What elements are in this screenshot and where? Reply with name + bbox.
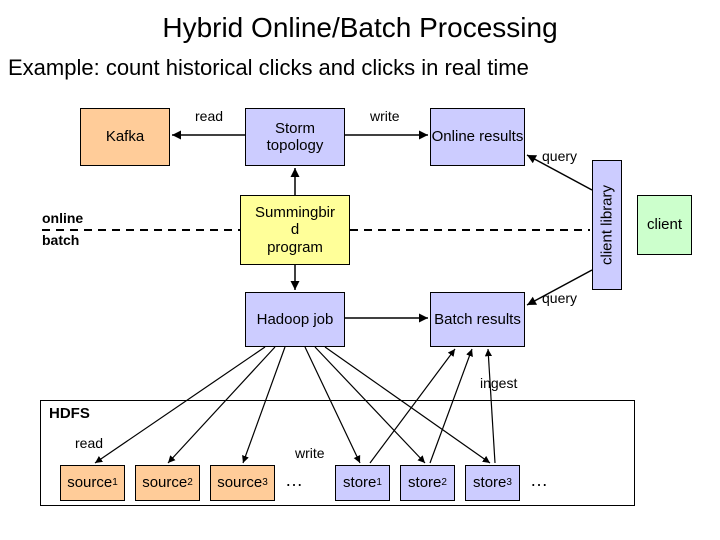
label-read-bottom: read <box>75 435 103 451</box>
page-title: Hybrid Online/Batch Processing <box>0 12 720 44</box>
store1-label: store <box>343 474 376 491</box>
source1-sub: 1 <box>112 477 118 489</box>
label-query-2: query <box>542 290 577 306</box>
box-summingbird: Summingbir d program <box>240 195 350 265</box>
box-store-1: store1 <box>335 465 390 501</box>
box-client: client <box>637 195 692 255</box>
store2-label: store <box>408 474 441 491</box>
source3-sub: 3 <box>262 477 268 489</box>
box-source-1: source1 <box>60 465 125 501</box>
label-write-top: write <box>370 108 400 124</box>
store2-sub: 2 <box>441 477 447 489</box>
label-query-1: query <box>542 148 577 164</box>
box-client-library: client library <box>592 160 622 290</box>
label-online: online <box>42 210 83 226</box>
label-dots-2: … <box>530 470 548 491</box>
source1-label: source <box>67 474 112 491</box>
box-hadoop: Hadoop job <box>245 292 345 347</box>
box-storm: Storm topology <box>245 108 345 166</box>
store3-label: store <box>473 474 506 491</box>
label-batch: batch <box>42 232 79 248</box>
box-source-2: source2 <box>135 465 200 501</box>
store3-sub: 3 <box>506 477 512 489</box>
box-source-3: source3 <box>210 465 275 501</box>
box-batch-results: Batch results <box>430 292 525 347</box>
label-dots-1: … <box>285 470 303 491</box>
source2-label: source <box>142 474 187 491</box>
source2-sub: 2 <box>187 477 193 489</box>
hdfs-label: HDFS <box>49 405 90 422</box>
box-store-2: store2 <box>400 465 455 501</box>
label-ingest: ingest <box>480 375 517 391</box>
box-kafka: Kafka <box>80 108 170 166</box>
source3-label: source <box>217 474 262 491</box>
store1-sub: 1 <box>376 477 382 489</box>
box-store-3: store3 <box>465 465 520 501</box>
label-write-bottom: write <box>295 445 325 461</box>
box-online-results: Online results <box>430 108 525 166</box>
label-read-top: read <box>195 108 223 124</box>
subtitle: Example: count historical clicks and cli… <box>0 55 720 81</box>
